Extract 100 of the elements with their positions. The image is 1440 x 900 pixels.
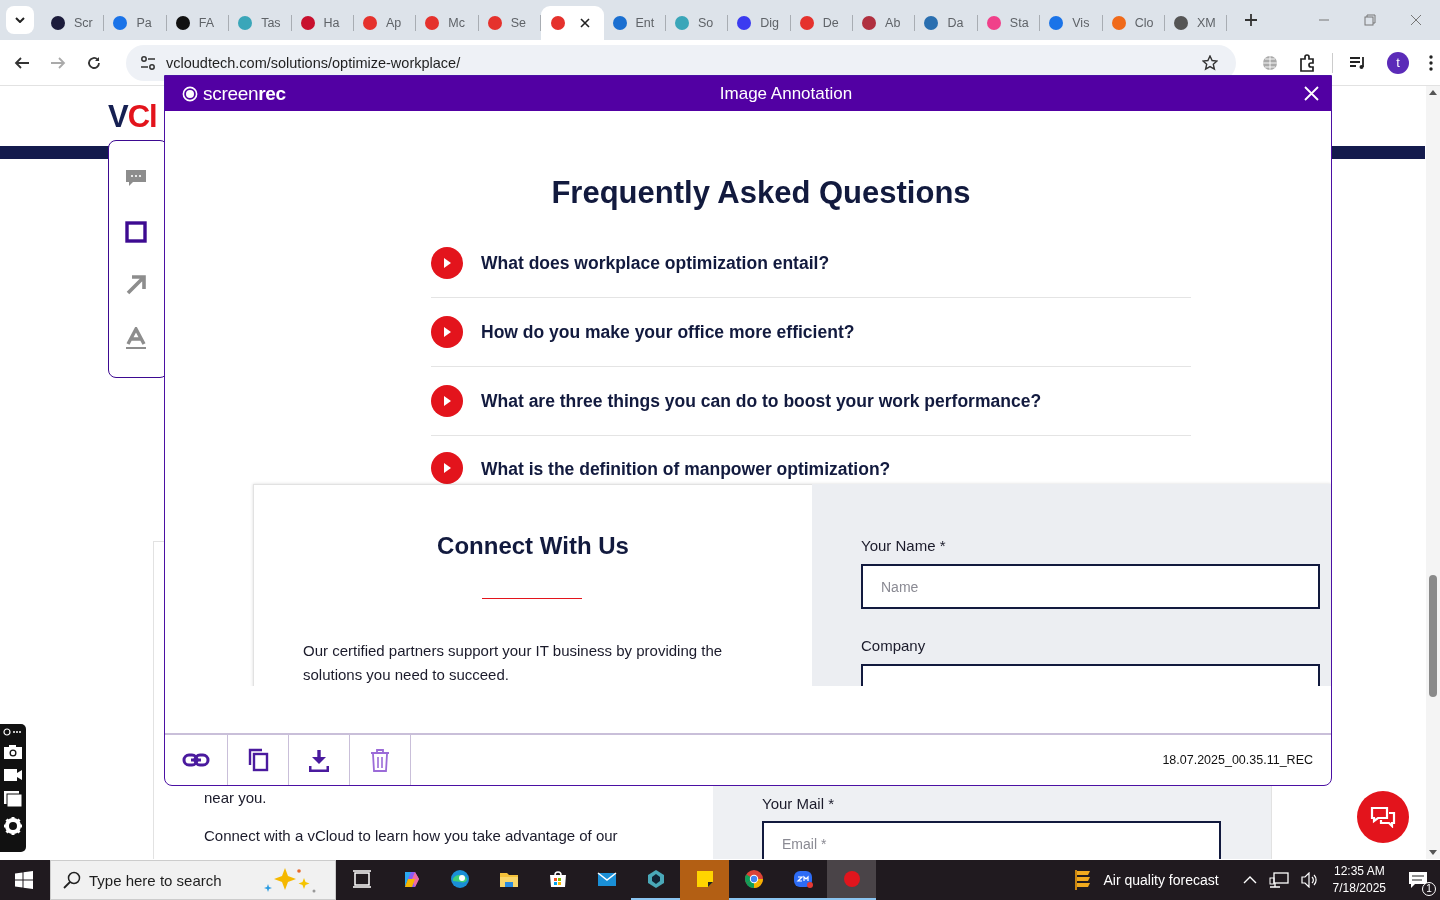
tab-title: Mc	[448, 16, 465, 30]
brand-name: screenrec	[203, 82, 286, 105]
browser-tab[interactable]: Se	[478, 6, 542, 40]
field-label: Your Mail *	[762, 795, 835, 812]
text-tool-icon[interactable]	[125, 327, 147, 349]
close-icon[interactable]	[580, 18, 591, 28]
faq-item[interactable]: What does workplace optimization entail?	[431, 229, 1191, 298]
search-icon	[63, 871, 81, 889]
sticky-note-icon	[694, 869, 715, 889]
faq-item[interactable]: How do you make your office more efficient?	[431, 298, 1191, 367]
download-icon	[309, 748, 329, 772]
video-camera-icon[interactable]	[3, 768, 23, 782]
clock-time[interactable]: 12:35 AM	[1333, 863, 1385, 880]
close-button[interactable]	[1302, 84, 1320, 103]
trash-icon	[370, 748, 390, 772]
tab-title: Ap	[385, 16, 402, 30]
browser-tab[interactable]: Ab	[853, 6, 916, 40]
faq-item[interactable]: What is the definition of manpower optimization?	[431, 436, 1191, 484]
browser-tab[interactable]: Tas	[229, 6, 292, 40]
weather-widget[interactable]: Air quality forecast	[1073, 869, 1219, 891]
chrome-icon	[743, 869, 764, 889]
play-icon	[431, 247, 463, 279]
notification-count: 1	[1422, 882, 1436, 896]
browser-tab[interactable]: FA	[166, 6, 230, 40]
scroll-down-icon	[1429, 850, 1437, 855]
browser-tab[interactable]: Scr	[42, 6, 105, 40]
section-heading: Frequently Asked Questions	[550, 175, 972, 211]
browser-tab[interactable]: Clo	[1102, 6, 1166, 40]
chevron-down-icon	[15, 17, 25, 23]
tab-search-button[interactable]	[6, 6, 34, 34]
hexagon-icon	[645, 869, 666, 889]
search-field[interactable]: Type here to search	[81, 871, 259, 889]
browser-tab[interactable]: Sta	[977, 6, 1041, 40]
tab-title: De	[822, 16, 839, 30]
tab-title: Ab	[885, 16, 901, 30]
tab-title: Sta	[1009, 16, 1029, 30]
link-icon	[182, 751, 210, 769]
more-icon[interactable]	[3, 728, 23, 736]
clock-date[interactable]: 7/18/2025	[1332, 880, 1386, 897]
browser-tab[interactable]: Vis	[1040, 6, 1103, 40]
tab-title: Dig	[760, 16, 780, 30]
close-icon	[1303, 86, 1319, 101]
back-icon[interactable]	[14, 54, 30, 71]
browser-tab[interactable]: So	[665, 6, 729, 40]
chevron-up-icon[interactable]	[1242, 876, 1257, 884]
browser-tab[interactable]: Dig	[728, 6, 791, 40]
browser-tab[interactable]: XM	[1165, 6, 1228, 40]
windows-icon[interactable]	[3, 790, 23, 808]
body-text: Connect with a vCloud to learn how you take advantage of our	[204, 827, 619, 844]
scrollbar-thumb[interactable]	[1429, 575, 1437, 697]
media-control-icon[interactable]	[1349, 55, 1367, 70]
section-heading: Connect With Us	[436, 532, 630, 560]
chat-button[interactable]	[1357, 791, 1409, 843]
tab-title: Da	[947, 16, 964, 30]
browser-tab[interactable]: Ha	[291, 6, 354, 40]
browser-tab[interactable]: Ent	[603, 6, 666, 40]
star-icon[interactable]	[1202, 54, 1218, 71]
browser-tab[interactable]: De	[790, 6, 854, 40]
settings-icon[interactable]	[3, 816, 23, 836]
record-icon	[841, 869, 862, 889]
arrow-tool-icon[interactable]	[125, 274, 147, 296]
name-field[interactable]: Name	[861, 564, 1320, 609]
browser-tab[interactable]: Pa	[104, 6, 167, 40]
notification-icon[interactable]	[1408, 871, 1428, 889]
network-icon[interactable]	[1268, 872, 1289, 888]
tab-title: Pa	[136, 16, 152, 30]
question-text: What are three things you can do to boost your work performance?	[481, 390, 1042, 412]
play-icon	[431, 316, 463, 348]
tab-title: Tas	[261, 16, 281, 30]
tab-title: FA	[198, 16, 215, 30]
tab-title: Scr	[74, 16, 93, 30]
body-text: Our certified partners support your IT business by providing the solutions you need to succeed.	[303, 641, 724, 685]
browser-tab[interactable]: Ap	[353, 6, 417, 40]
camera-icon[interactable]	[3, 744, 23, 760]
store-icon	[547, 869, 568, 889]
reload-icon[interactable]	[86, 54, 102, 71]
scroll-up-icon	[1429, 90, 1437, 95]
browser-tab[interactable]: Mc	[416, 6, 479, 40]
tab-title: Clo	[1134, 16, 1154, 30]
profile-avatar[interactable]: t	[1387, 51, 1409, 74]
site-settings-icon[interactable]	[140, 55, 156, 70]
faq-item[interactable]: What are three things you can do to boost your work performance?	[431, 367, 1191, 436]
rectangle-tool-icon[interactable]	[125, 221, 147, 243]
record-icon	[182, 85, 198, 102]
windows-logo-icon	[15, 871, 33, 889]
task-view-icon	[351, 869, 372, 889]
puzzle-icon[interactable]	[1298, 53, 1316, 72]
menu-icon[interactable]	[1429, 54, 1433, 71]
browser-tab[interactable]	[541, 6, 604, 40]
browser-tab[interactable]: Da	[915, 6, 978, 40]
search-bar[interactable]: Type here to search	[50, 860, 336, 900]
video-app-icon	[792, 869, 813, 889]
site-logo[interactable]: VCl	[108, 99, 157, 135]
volume-icon[interactable]	[1300, 872, 1319, 888]
scrollbar[interactable]	[1426, 86, 1440, 859]
email-field[interactable]: Email *	[762, 821, 1221, 859]
dialog-title: Image Annotation	[718, 83, 854, 104]
field-label: Company	[861, 637, 927, 654]
file-name: 18.07.2025_00.35.11_REC	[1162, 753, 1314, 767]
body-text: near you.	[204, 789, 268, 806]
